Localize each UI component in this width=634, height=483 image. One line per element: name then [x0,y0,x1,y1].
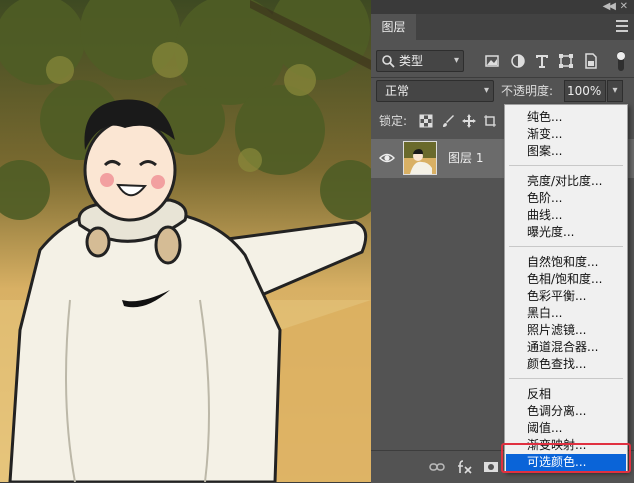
menu-item[interactable]: 纯色... [506,109,626,126]
layer-thumbnail[interactable] [403,141,437,175]
shape-layer-filter-icon[interactable] [558,53,574,69]
menu-item[interactable]: 渐变映射... [506,437,626,454]
menu-item[interactable]: 阈值... [506,420,626,437]
layer-name[interactable]: 图层 1 [448,139,483,178]
menu-item[interactable]: 色阶... [506,190,626,207]
collapse-panel-icon[interactable]: ◀◀ [603,0,616,14]
close-panel-icon[interactable]: ✕ [620,0,628,14]
document-canvas[interactable] [0,0,371,482]
tab-layers[interactable]: 图层 [371,14,416,40]
link-icon[interactable] [429,459,445,475]
opacity-field[interactable]: 100% [564,80,606,102]
menu-item[interactable]: 黑白... [506,305,626,322]
menu-item[interactable]: 色彩平衡... [506,288,626,305]
panel-menu-icon[interactable] [616,20,628,34]
chevron-down-icon: ▾ [453,55,459,66]
menu-item[interactable]: 曝光度... [506,224,626,241]
canvas-artwork [0,0,371,482]
blend-row: 正常 ▾ 不透明度: 100% ▾ [371,79,634,105]
lock-image-pixels-icon[interactable] [441,114,455,128]
menu-separator [509,165,623,166]
panel-tab-bar: 图层 [371,14,634,40]
adjustment-layer-filter-icon[interactable] [510,53,526,69]
filter-kind-label: 类型 [399,54,424,68]
panel-title-strip: ◀◀ ✕ [371,0,634,14]
lock-transparency-icon[interactable] [419,114,433,128]
lock-artboard-icon[interactable] [483,114,497,128]
menu-item[interactable]: 照片滤镜... [506,322,626,339]
blend-mode-label: 正常 [385,84,410,98]
filter-toggle-icon[interactable] [616,51,626,71]
lock-position-icon[interactable] [462,114,476,128]
menu-item[interactable]: 亮度/对比度... [506,173,626,190]
menu-item[interactable]: 色调分离... [506,403,626,420]
menu-separator [509,378,623,379]
menu-item[interactable]: 渐变... [506,126,626,143]
chevron-down-icon: ▾ [483,85,489,96]
menu-item[interactable]: 颜色查找... [506,356,626,373]
opacity-slider-button[interactable]: ▾ [607,80,623,102]
type-layer-filter-icon[interactable] [534,53,550,69]
menu-item[interactable]: 曲线... [506,207,626,224]
menu-item[interactable]: 色相/饱和度... [506,271,626,288]
search-icon [382,55,395,68]
filter-kind-dropdown[interactable]: 类型 ▾ [376,50,464,72]
smart-object-filter-icon[interactable] [583,53,599,69]
menu-item[interactable]: 图案... [506,143,626,160]
adjustment-layer-menu: 纯色... 渐变... 图案... 亮度/对比度... 色阶... 曲线... 曝光度...… [504,104,628,472]
menu-item[interactable]: 自然饱和度... [506,254,626,271]
lock-label: 锁定: [379,114,408,128]
blend-mode-dropdown[interactable]: 正常 ▾ [376,80,494,102]
menu-item-selected[interactable]: 可选颜色... [506,454,626,471]
fx-icon[interactable] [457,459,473,475]
layer-filter-row: 类型 ▾ [371,46,634,76]
divider [371,77,634,78]
pixel-layer-filter-icon[interactable] [484,53,500,69]
eye-icon[interactable] [379,151,395,165]
mask-icon[interactable] [483,459,499,475]
menu-separator [509,246,623,247]
menu-item[interactable]: 反相 [506,386,626,403]
opacity-label: 不透明度: [501,84,554,98]
menu-item[interactable]: 通道混合器... [506,339,626,356]
